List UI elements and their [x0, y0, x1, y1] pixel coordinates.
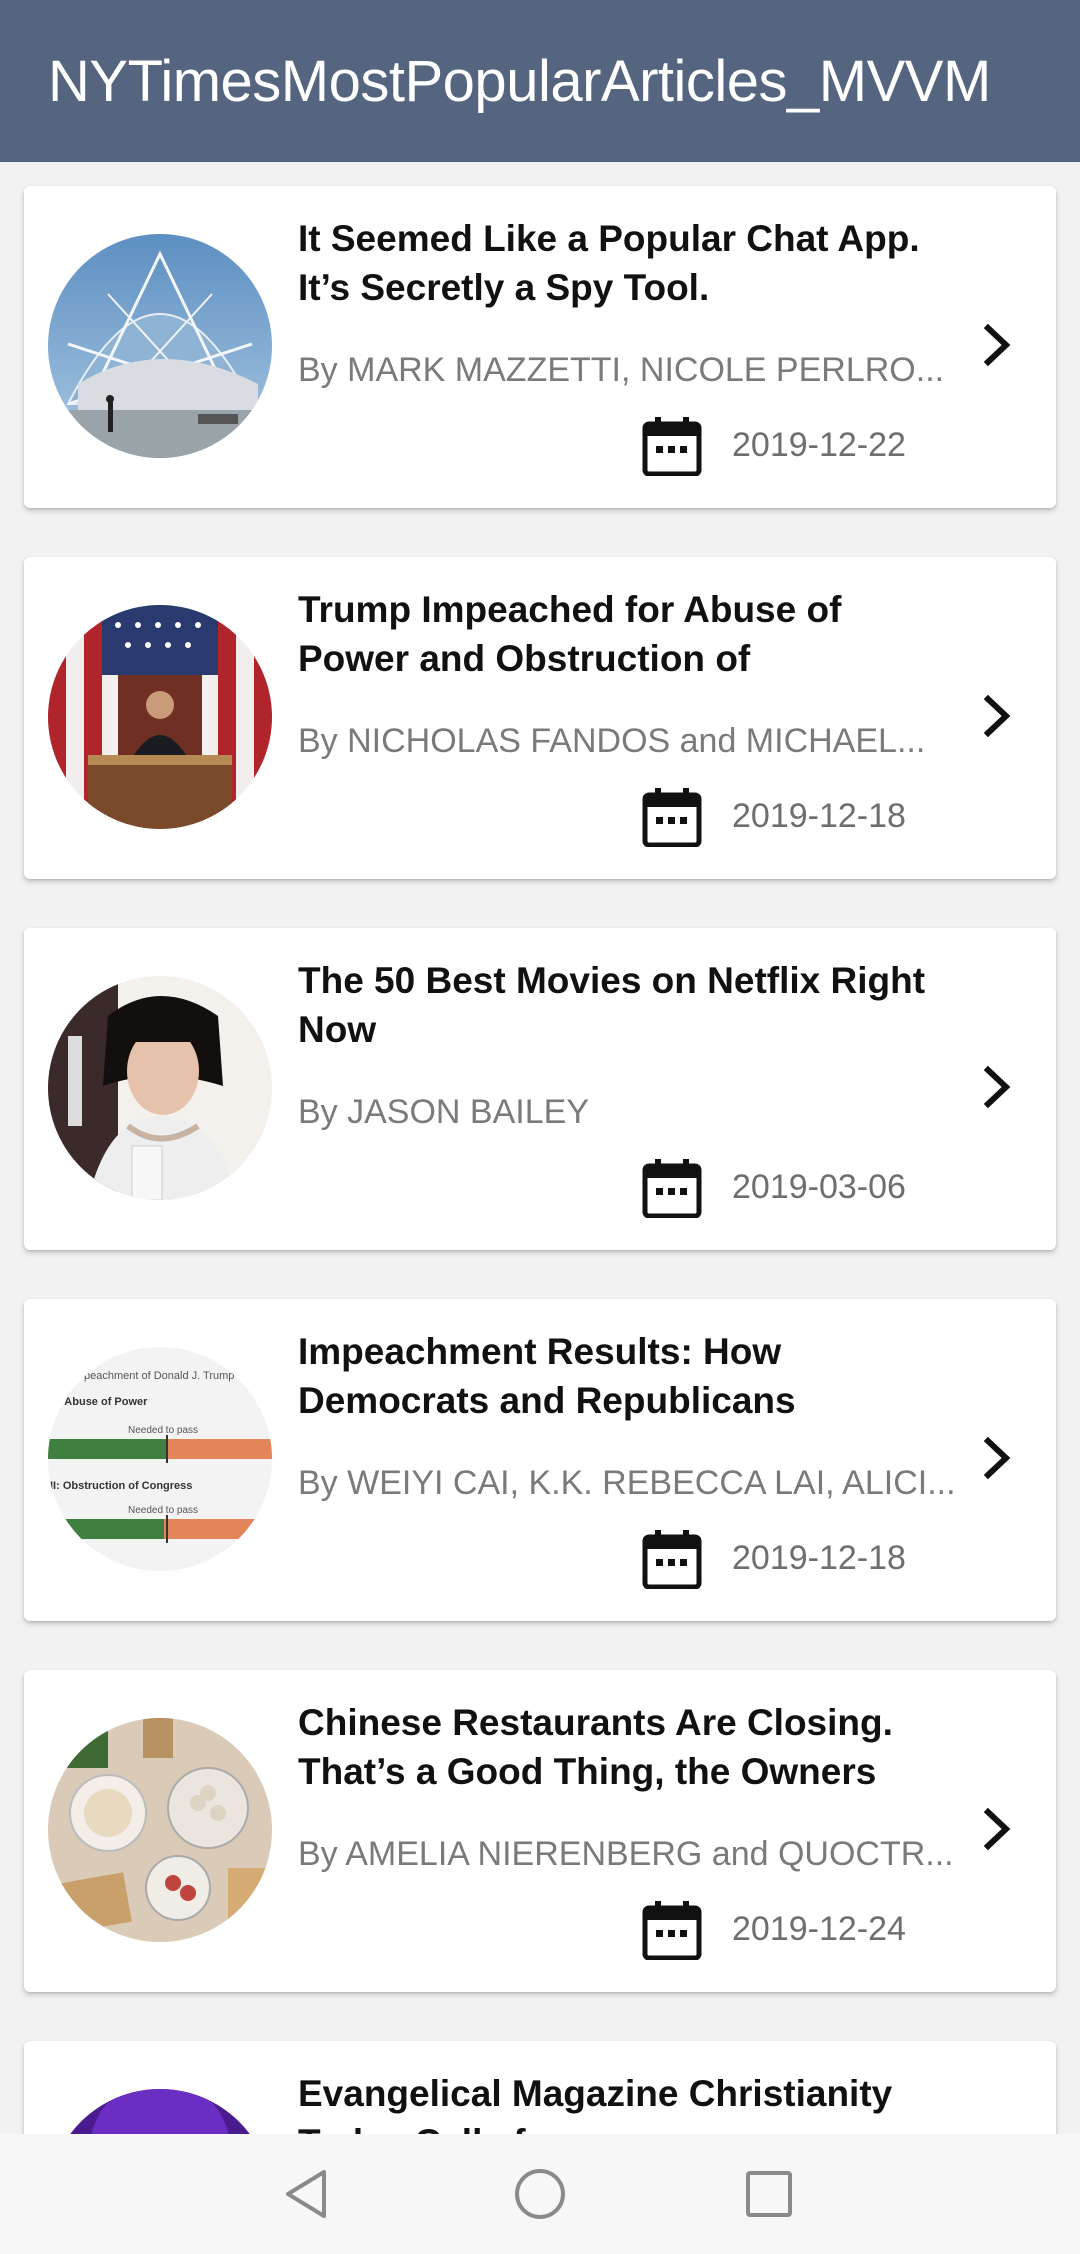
article-byline: By NICHOLAS FANDOS and MICHAEL... — [298, 722, 926, 760]
article-title: Trump Impeached for Abuse of Power and O… — [298, 589, 842, 679]
article-card[interactable]: Evangelical Magazine Christianity Today … — [24, 2041, 1056, 2134]
article-date: 2019-12-22 — [732, 426, 906, 464]
article-title: It Seemed Like a Popular Chat App. It’s … — [298, 218, 920, 308]
article-thumbnail — [48, 234, 272, 458]
chevron-right-icon[interactable] — [978, 1064, 1016, 1110]
chevron-right-icon[interactable] — [978, 1806, 1016, 1852]
graphic-text: Needed to pass — [128, 1425, 198, 1436]
recents-square-icon[interactable] — [733, 2158, 805, 2230]
article-card[interactable]: It Seemed Like a Popular Chat App. It’s … — [24, 186, 1056, 508]
article-card[interactable]: Trump Impeached for Abuse of Power and O… — [24, 557, 1056, 879]
article-thumbnail: peachment of Donald J. Trump : Abuse of … — [48, 1347, 272, 1571]
back-triangle-icon[interactable] — [274, 2158, 346, 2230]
calendar-icon — [642, 1159, 702, 1218]
article-byline: By WEIYI CAI, K.K. REBECCA LAI, ALICI... — [298, 1464, 956, 1502]
app-bar: NYTimesMostPopularArticles_MVVM — [0, 0, 1080, 162]
article-byline: By AMELIA NIERENBERG and QUOCTR... — [298, 1835, 954, 1873]
graphic-text: peachment of Donald J. Trump — [84, 1370, 234, 1382]
chevron-right-icon[interactable] — [978, 1435, 1016, 1481]
article-title: Chinese Restaurants Are Closing. That’s … — [298, 1702, 893, 1792]
chevron-right-icon[interactable] — [978, 693, 1016, 739]
app-title: NYTimesMostPopularArticles_MVVM — [48, 48, 991, 114]
article-thumbnail — [48, 976, 272, 1200]
graphic-text: Needed to pass — [128, 1505, 198, 1516]
graphic-text: : Abuse of Power — [58, 1396, 148, 1408]
article-date: 2019-12-18 — [732, 1539, 906, 1577]
article-date: 2019-03-06 — [732, 1168, 906, 1206]
article-thumbnail — [48, 2089, 272, 2134]
article-byline: By MARK MAZZETTI, NICOLE PERLRO... — [298, 351, 945, 389]
calendar-icon — [642, 1530, 702, 1589]
chevron-right-icon[interactable] — [978, 322, 1016, 368]
article-thumbnail — [48, 605, 272, 829]
article-title: Impeachment Results: How Democrats and R… — [298, 1331, 796, 1421]
calendar-icon — [642, 417, 702, 476]
article-thumbnail — [48, 1718, 272, 1942]
article-title: Evangelical Magazine Christianity Today … — [298, 2073, 893, 2134]
article-byline: By JASON BAILEY — [298, 1093, 589, 1131]
calendar-icon — [642, 788, 702, 847]
article-date: 2019-12-24 — [732, 1910, 906, 1948]
article-date: 2019-12-18 — [732, 797, 906, 835]
home-circle-icon[interactable] — [504, 2158, 576, 2230]
system-nav-bar — [0, 2134, 1080, 2254]
article-card[interactable]: peachment of Donald J. Trump : Abuse of … — [24, 1299, 1056, 1621]
article-title: The 50 Best Movies on Netflix Right Now — [298, 960, 926, 1050]
article-card[interactable]: Chinese Restaurants Are Closing. That’s … — [24, 1670, 1056, 1992]
article-card[interactable]: The 50 Best Movies on Netflix Right Now … — [24, 928, 1056, 1250]
calendar-icon — [642, 1901, 702, 1960]
article-list[interactable]: It Seemed Like a Popular Chat App. It’s … — [0, 162, 1080, 2134]
graphic-text: II: Obstruction of Congress — [50, 1480, 192, 1492]
